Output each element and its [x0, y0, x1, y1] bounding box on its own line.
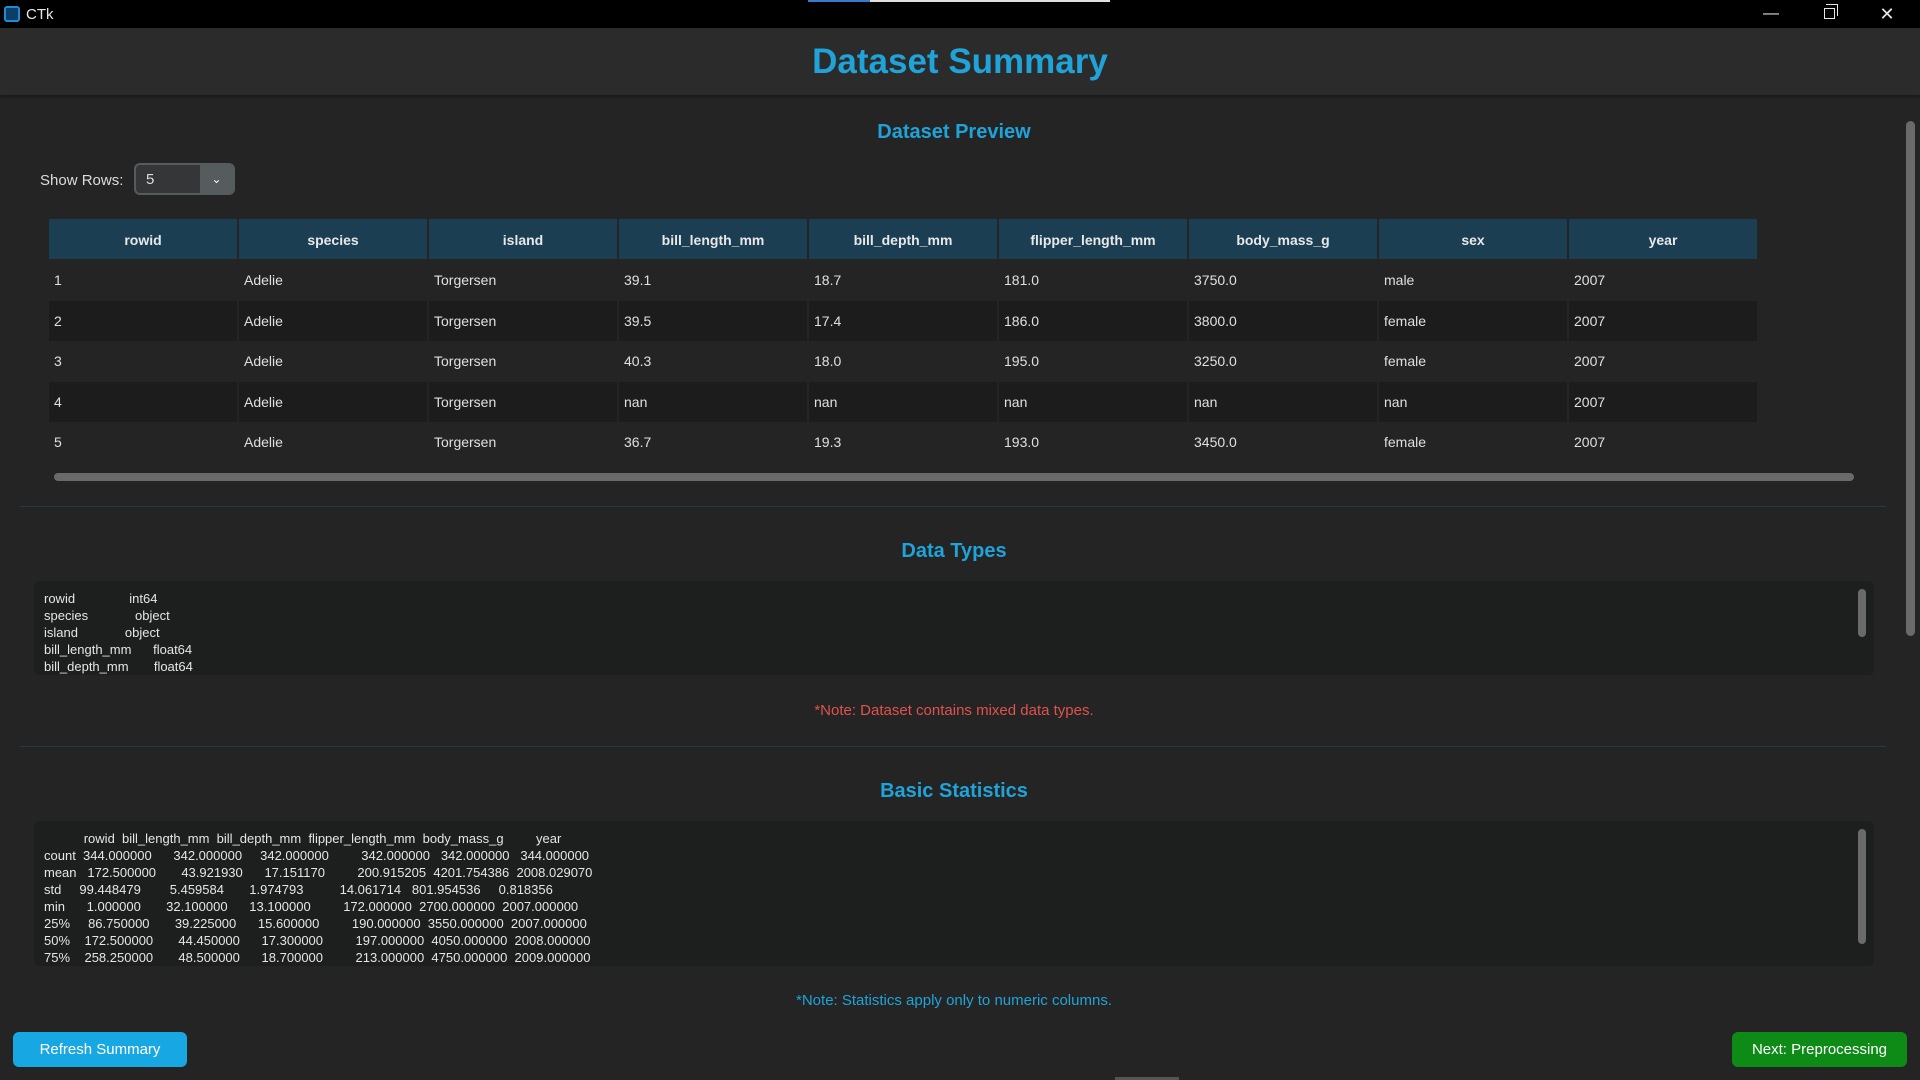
- statistics-textbox[interactable]: rowid bill_length_mm bill_depth_mm flipp…: [34, 821, 1874, 966]
- scroll-content: Dataset Preview Show Rows: 5 ⌄ rowid spe…: [0, 95, 1920, 1080]
- table-cell: Adelie: [244, 353, 283, 369]
- table-cell: 18.0: [814, 353, 842, 369]
- column-header: bill_length_mm: [619, 219, 807, 259]
- table-horizontal-scrollbar[interactable]: [54, 473, 1854, 481]
- page-vertical-scrollbar[interactable]: [1906, 121, 1915, 636]
- table-cell: nan: [619, 382, 807, 422]
- table-cell: 19.3: [814, 434, 842, 450]
- data-types-scrollbar[interactable]: [1858, 589, 1866, 637]
- table-cell: 193.0: [1004, 434, 1040, 450]
- table-cell: Torgersen: [434, 353, 497, 369]
- statistics-scrollbar[interactable]: [1858, 829, 1866, 944]
- table-cell: 2007: [1569, 301, 1757, 341]
- window-title: CTk: [26, 6, 54, 23]
- table-cell: female: [1384, 434, 1427, 450]
- table-cell: Torgersen: [434, 434, 497, 450]
- window-titlebar: CTk — ✕: [0, 0, 1920, 28]
- restore-icon: [1823, 4, 1838, 19]
- table-cell: nan: [999, 382, 1187, 422]
- column-header: species: [239, 219, 427, 259]
- statistics-text: rowid bill_length_mm bill_depth_mm flipp…: [44, 831, 593, 965]
- column-header: bill_depth_mm: [809, 219, 997, 259]
- chevron-down-icon[interactable]: ⌄: [200, 165, 233, 193]
- column-header: body_mass_g: [1189, 219, 1377, 259]
- table-cell: female: [1384, 353, 1427, 369]
- table-cell: Torgersen: [434, 272, 497, 288]
- section-divider: [20, 746, 1886, 747]
- table-cell: 18.7: [814, 272, 842, 288]
- table-cell: 1: [54, 272, 62, 288]
- column-header: rowid: [49, 219, 237, 259]
- table-cell: Torgersen: [429, 382, 617, 422]
- table-cell: 195.0: [1004, 353, 1040, 369]
- table-cell: 40.3: [624, 353, 652, 369]
- table-cell: 3450.0: [1194, 434, 1237, 450]
- column-header: sex: [1379, 219, 1567, 259]
- table-cell: female: [1379, 301, 1567, 341]
- table-cell: 186.0: [999, 301, 1187, 341]
- table-cell: 181.0: [1004, 272, 1040, 288]
- titlebar-accent: [808, 0, 870, 2]
- table-cell: 2007: [1574, 353, 1606, 369]
- next-preprocessing-button[interactable]: Next: Preprocessing: [1732, 1032, 1907, 1067]
- titlebar-accent-light: [870, 0, 1110, 2]
- table-cell: 2007: [1574, 434, 1606, 450]
- section-divider: [20, 506, 1886, 507]
- table-cell: 39.1: [624, 272, 652, 288]
- app-icon: [4, 6, 20, 22]
- mixed-types-note: *Note: Dataset contains mixed data types…: [814, 702, 1094, 719]
- table-cell: nan: [1189, 382, 1377, 422]
- statistics-note: *Note: Statistics apply only to numeric …: [796, 992, 1112, 1009]
- table-cell: 3800.0: [1189, 301, 1377, 341]
- table-cell: 4: [49, 382, 237, 422]
- refresh-summary-button[interactable]: Refresh Summary: [13, 1032, 187, 1067]
- table-cell: Adelie: [239, 301, 427, 341]
- column-header: flipper_length_mm: [999, 219, 1187, 259]
- column-header: year: [1569, 219, 1757, 259]
- table-cell: 17.4: [809, 301, 997, 341]
- basic-statistics-title: Basic Statistics: [880, 780, 1028, 802]
- show-rows-label: Show Rows:: [40, 172, 124, 189]
- table-cell: 2007: [1569, 382, 1757, 422]
- close-button[interactable]: ✕: [1858, 0, 1916, 28]
- maximize-button[interactable]: [1800, 0, 1858, 28]
- table-cell: Adelie: [244, 272, 283, 288]
- column-header: island: [429, 219, 617, 259]
- table-cell: 39.5: [619, 301, 807, 341]
- table-cell: 36.7: [624, 434, 652, 450]
- table-cell: 3250.0: [1194, 353, 1237, 369]
- table-cell: male: [1384, 272, 1415, 288]
- table-cell: nan: [809, 382, 997, 422]
- table-cell: Adelie: [244, 434, 283, 450]
- data-types-text: rowid int64 species object island object…: [44, 591, 193, 674]
- table-cell: 3: [54, 353, 62, 369]
- data-types-textbox[interactable]: rowid int64 species object island object…: [34, 581, 1874, 675]
- table-cell: 5: [54, 434, 62, 450]
- table-cell: 2: [49, 301, 237, 341]
- table-cell: 2007: [1574, 272, 1606, 288]
- page-header: Dataset Summary: [0, 28, 1920, 95]
- table-cell: 3750.0: [1194, 272, 1237, 288]
- table-cell: Adelie: [239, 382, 427, 422]
- show-rows-value: 5: [146, 171, 155, 188]
- minimize-button[interactable]: —: [1742, 0, 1800, 28]
- table-cell: Torgersen: [429, 301, 617, 341]
- preview-title: Dataset Preview: [877, 121, 1031, 143]
- show-rows-dropdown[interactable]: 5 ⌄: [134, 163, 235, 195]
- table-cell: nan: [1379, 382, 1567, 422]
- data-types-title: Data Types: [901, 540, 1007, 562]
- page-title: Dataset Summary: [812, 42, 1108, 81]
